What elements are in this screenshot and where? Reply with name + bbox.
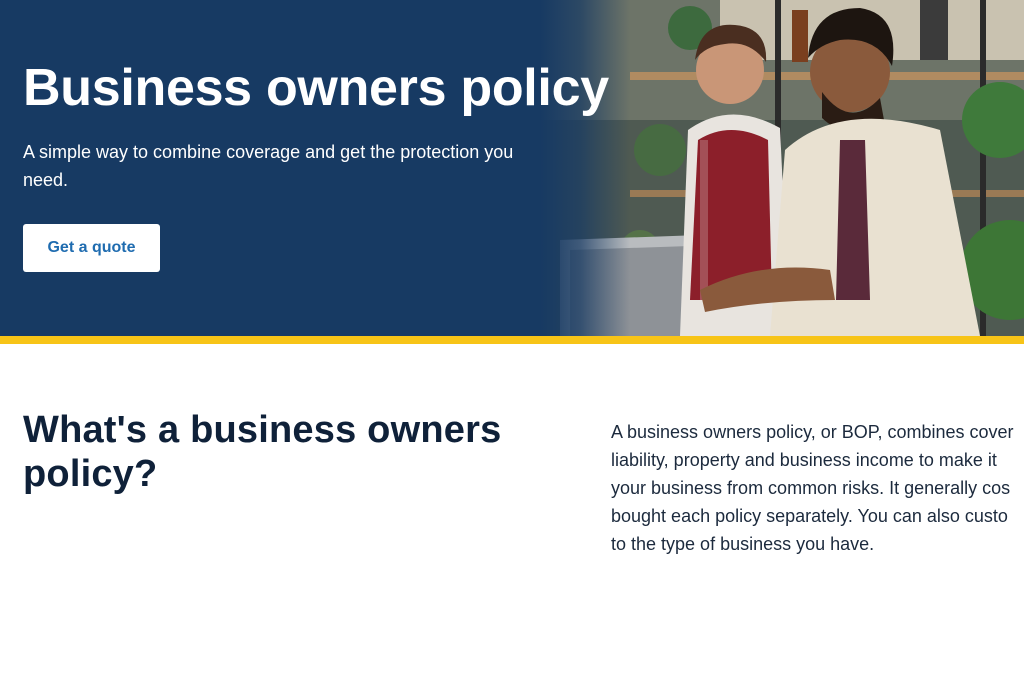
description-line: bought each policy separately. You can a…: [611, 506, 1008, 526]
description-line: A business owners policy, or BOP, combin…: [611, 422, 1014, 442]
get-a-quote-button[interactable]: Get a quote: [23, 224, 160, 272]
hero-subtitle: A simple way to combine coverage and get…: [23, 142, 514, 190]
accent-divider: [0, 336, 1024, 344]
section-heading: What's a business owners policy?: [23, 409, 502, 495]
hero-image-fade: [540, 0, 630, 336]
description-line: to the type of business you have.: [611, 534, 875, 554]
description-line: your business from common risks. It gene…: [611, 478, 1011, 498]
description-line: liability, property and business income …: [611, 450, 997, 470]
hero-banner: Business owners policy A simple way to c…: [0, 0, 1024, 336]
page-title: Business owners policy: [23, 59, 609, 117]
section-description: A business owners policy, or BOP, combin…: [611, 418, 1024, 558]
